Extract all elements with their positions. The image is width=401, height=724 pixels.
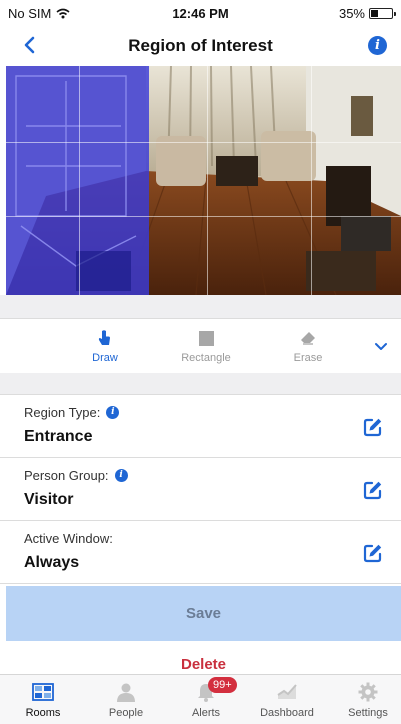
divider-band [0, 373, 401, 395]
erase-tool-label: Erase [293, 352, 323, 364]
person-group-label: Person Group: [24, 468, 109, 483]
camera-view[interactable] [6, 66, 401, 295]
nav-bar: Region of Interest i [0, 28, 401, 64]
info-icon[interactable]: i [368, 36, 387, 55]
edit-icon[interactable] [363, 480, 383, 500]
tab-bar: Rooms People 99+ Alerts Dashboard Settin… [0, 674, 401, 724]
draw-tool-label: Draw [92, 352, 118, 364]
alerts-badge: 99+ [208, 677, 237, 693]
rooms-icon [32, 683, 54, 701]
tab-settings[interactable]: Settings [328, 680, 401, 719]
divider-band [0, 295, 401, 319]
gear-icon [358, 682, 378, 702]
info-icon[interactable]: i [106, 406, 120, 419]
eraser-icon [301, 332, 315, 345]
rectangle-tool-button[interactable]: Rectangle [166, 328, 246, 364]
status-bar: No SIM 12:46 PM 35% [0, 0, 401, 28]
person-group-row[interactable]: Person Group: i Visitor [0, 458, 401, 521]
tab-settings-label: Settings [348, 707, 388, 719]
tab-dashboard[interactable]: Dashboard [247, 680, 327, 719]
tab-alerts-label: Alerts [191, 707, 221, 719]
info-icon[interactable]: i [114, 469, 128, 482]
tab-rooms-label: Rooms [25, 707, 61, 719]
tab-dashboard-label: Dashboard [260, 707, 314, 719]
active-window-label: Active Window: [24, 531, 113, 546]
active-window-value: Always [24, 554, 80, 571]
tab-people[interactable]: People [86, 680, 166, 719]
battery-icon [369, 8, 396, 19]
save-button[interactable]: Save [6, 586, 401, 641]
tab-rooms[interactable]: Rooms [3, 680, 83, 719]
edit-icon[interactable] [363, 543, 383, 563]
person-group-value: Visitor [24, 491, 74, 508]
rectangle-tool-label: Rectangle [181, 352, 231, 364]
active-window-row[interactable]: Active Window: Always [0, 521, 401, 584]
edit-icon[interactable] [363, 417, 383, 437]
page-title: Region of Interest [128, 36, 273, 55]
erase-tool-button[interactable]: Erase [268, 328, 348, 364]
square-icon [198, 330, 214, 346]
camera-frame-image [6, 66, 401, 295]
draw-tool-button[interactable]: Draw [65, 328, 145, 364]
region-type-value: Entrance [24, 428, 93, 445]
person-icon [117, 683, 135, 702]
region-type-row[interactable]: Region Type: i Entrance [0, 395, 401, 458]
battery-level [371, 10, 378, 17]
chevron-down-icon[interactable] [373, 340, 389, 354]
drawing-toolbar: Draw Rectangle Erase [0, 320, 401, 373]
chart-icon [277, 684, 297, 699]
battery-percent: 35% [338, 6, 365, 21]
hand-pointer-icon [98, 330, 110, 345]
tab-alerts[interactable]: 99+ Alerts [166, 677, 246, 719]
tab-people-label: People [108, 707, 144, 719]
region-type-label: Region Type: [24, 405, 101, 420]
